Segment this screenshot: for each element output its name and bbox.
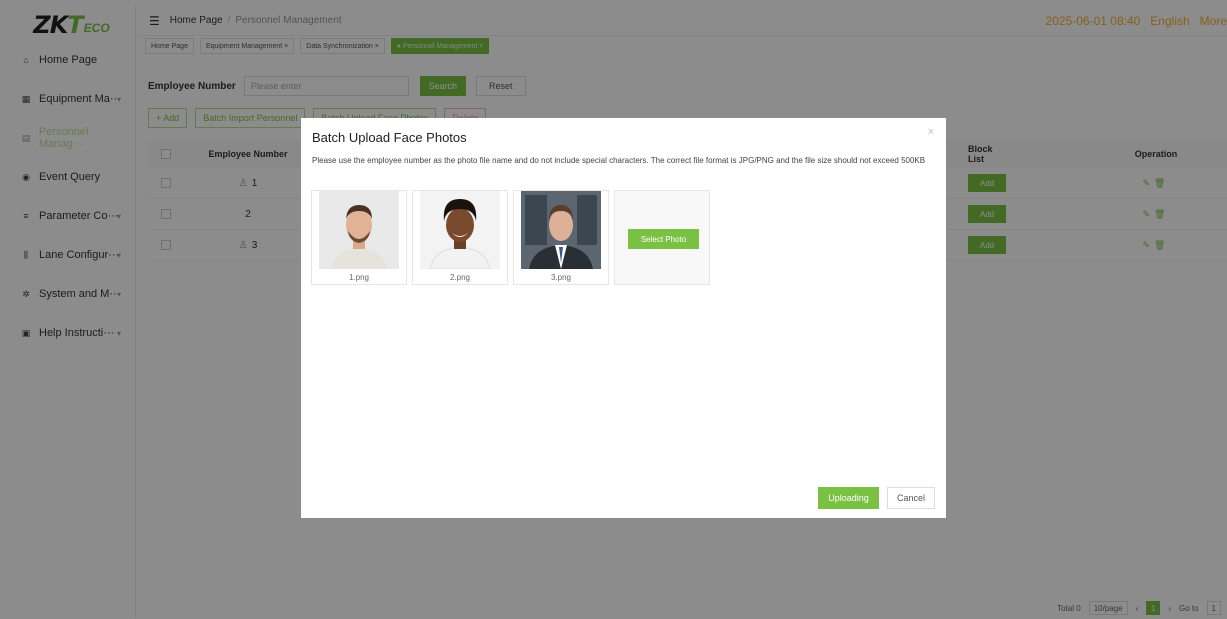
photo-card[interactable]: 3.png: [513, 190, 609, 285]
batch-upload-dialog: Batch Upload Face Photos × Please use th…: [301, 118, 946, 518]
select-photo-area[interactable]: Select Photo: [614, 190, 710, 285]
photo-list: 1.png 2.png 3.png Select Photo: [311, 190, 710, 285]
upload-button[interactable]: Uploading: [818, 487, 879, 509]
photo-card[interactable]: 2.png: [412, 190, 508, 285]
select-photo-button[interactable]: Select Photo: [628, 229, 699, 249]
photo-card[interactable]: 1.png: [311, 190, 407, 285]
face-photo-2: [420, 191, 500, 269]
close-icon[interactable]: ×: [928, 126, 934, 138]
face-photo-1: [319, 191, 399, 269]
cancel-button[interactable]: Cancel: [887, 487, 935, 509]
dialog-description: Please use the employee number as the ph…: [312, 156, 926, 165]
photo-filename: 2.png: [449, 273, 471, 282]
face-photo-3: [521, 191, 601, 269]
photo-filename: 3.png: [550, 273, 572, 282]
photo-filename: 1.png: [348, 273, 370, 282]
dialog-title: Batch Upload Face Photos: [312, 130, 467, 145]
